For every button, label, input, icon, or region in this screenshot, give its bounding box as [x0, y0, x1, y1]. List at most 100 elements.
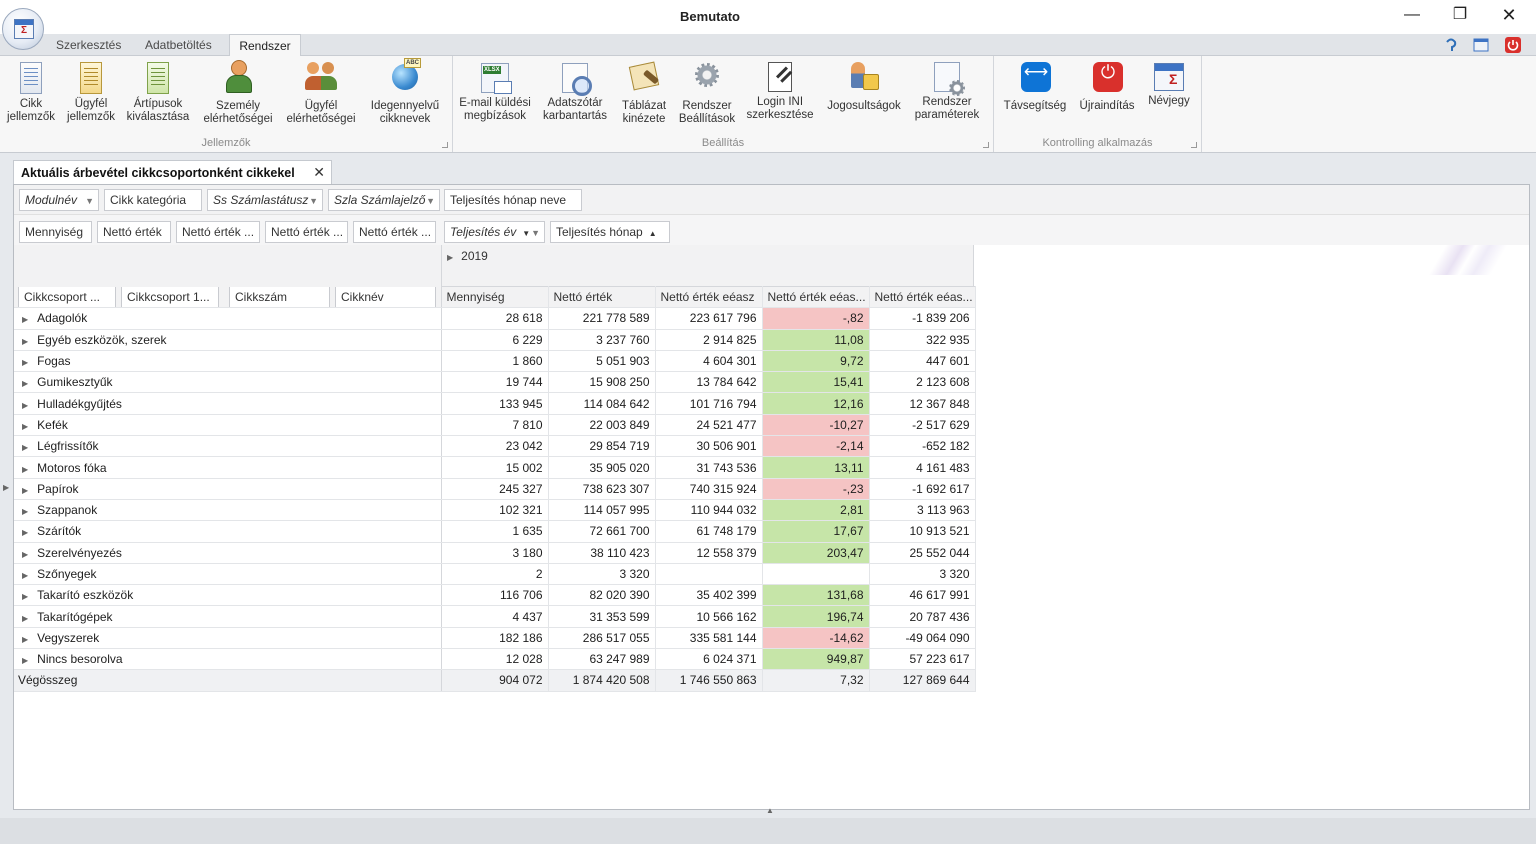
- table-cell[interactable]: 196,74: [762, 605, 870, 628]
- row-label[interactable]: ▶ Adagolók: [14, 307, 442, 330]
- data-field-netto-ertek-2[interactable]: Nettó érték ...: [176, 221, 260, 243]
- table-cell[interactable]: 12 367 848: [869, 392, 976, 415]
- table-cell[interactable]: 10 566 162: [655, 605, 763, 628]
- table-cell[interactable]: 35 905 020: [548, 456, 656, 479]
- table-cell[interactable]: -652 182: [869, 435, 976, 458]
- table-cell[interactable]: 223 617 796: [655, 307, 763, 330]
- table-cell[interactable]: 7 810: [441, 414, 549, 437]
- table-cell[interactable]: 23 042: [441, 435, 549, 458]
- table-cell[interactable]: 114 057 995: [548, 499, 656, 522]
- data-field-netto-ertek-4[interactable]: Nettó érték ...: [353, 221, 436, 243]
- filter-icon[interactable]: ▼: [85, 191, 94, 210]
- table-cell[interactable]: 949,87: [762, 648, 870, 671]
- column-header-mennyiseg[interactable]: Mennyiség: [441, 285, 549, 309]
- table-cell[interactable]: 110 944 032: [655, 499, 763, 522]
- table-cell[interactable]: 28 618: [441, 307, 549, 330]
- idegennyelvu-cikknevek-button[interactable]: Idegennyelvű cikknevek: [364, 58, 446, 126]
- table-cell[interactable]: 3 320: [869, 563, 976, 586]
- row-label[interactable]: ▶ Szőnyegek: [14, 563, 442, 586]
- row-label[interactable]: ▶ Szárítók: [14, 520, 442, 543]
- row-label[interactable]: ▶ Takarítógépek: [14, 605, 442, 628]
- filter-field-cikk-kategoria[interactable]: Cikk kategória: [104, 189, 202, 211]
- restore-button[interactable]: ❐: [1445, 4, 1475, 28]
- total-cell[interactable]: 7,32: [762, 669, 870, 692]
- table-cell[interactable]: 31 743 536: [655, 456, 763, 479]
- table-cell[interactable]: 2: [441, 563, 549, 586]
- expand-icon[interactable]: ▶: [22, 550, 28, 559]
- table-cell[interactable]: 286 517 055: [548, 627, 656, 650]
- data-field-netto-ertek-3[interactable]: Nettó érték ...: [265, 221, 348, 243]
- table-cell[interactable]: 182 186: [441, 627, 549, 650]
- table-cell[interactable]: 19 744: [441, 371, 549, 394]
- expand-icon[interactable]: ▶: [447, 253, 453, 262]
- expand-icon[interactable]: ▶: [22, 614, 28, 623]
- filter-icon[interactable]: ▼: [426, 191, 435, 210]
- total-cell[interactable]: 1 874 420 508: [548, 669, 656, 692]
- table-cell[interactable]: 6 229: [441, 329, 549, 351]
- table-cell[interactable]: 131,68: [762, 584, 870, 607]
- column-field-teljesites-ev[interactable]: Teljesítés év ▼ ▼: [444, 221, 545, 243]
- table-cell[interactable]: 3 180: [441, 542, 549, 564]
- expand-icon[interactable]: ▶: [22, 486, 28, 495]
- app-icon[interactable]: [2, 8, 44, 50]
- table-cell[interactable]: -14,62: [762, 627, 870, 650]
- filter-field-teljesites-honap-neve[interactable]: Teljesítés hónap neve: [444, 189, 582, 211]
- row-field-cikknev[interactable]: Cikknév: [335, 286, 436, 307]
- data-field-netto-ertek[interactable]: Nettó érték: [97, 221, 171, 243]
- table-cell[interactable]: [655, 563, 763, 586]
- tab-adatbetoltes[interactable]: Adatbetöltés: [137, 34, 220, 56]
- login-ini-szerkesztese-button[interactable]: Login INI szerkesztése: [743, 58, 817, 122]
- table-cell[interactable]: 221 778 589: [548, 307, 656, 330]
- year-header[interactable]: ▶ 2019: [447, 249, 488, 263]
- ujrainditas-button[interactable]: Újraindítás: [1074, 58, 1140, 113]
- column-header-netto-ertek-eeasz[interactable]: Nettó érték eéasz: [655, 285, 763, 309]
- group-launcher-icon[interactable]: [1191, 142, 1197, 148]
- table-cell[interactable]: 13 784 642: [655, 371, 763, 394]
- column-header-netto-ertek-eeas-diff[interactable]: Nettó érték eéas...: [869, 285, 976, 309]
- total-cell[interactable]: 1 746 550 863: [655, 669, 763, 692]
- table-cell[interactable]: -10,27: [762, 414, 870, 437]
- cikk-jellemzok-button[interactable]: Cikk jellemzők: [4, 58, 58, 124]
- table-cell[interactable]: 101 716 794: [655, 392, 763, 415]
- expand-icon[interactable]: ▶: [22, 592, 28, 601]
- expand-icon[interactable]: ▶: [22, 571, 28, 580]
- group-launcher-icon[interactable]: [983, 142, 989, 148]
- table-cell[interactable]: 10 913 521: [869, 520, 976, 543]
- filter-icon[interactable]: ▼: [531, 223, 540, 242]
- table-cell[interactable]: 15 002: [441, 456, 549, 479]
- table-cell[interactable]: 12,16: [762, 392, 870, 415]
- table-cell[interactable]: 102 321: [441, 499, 549, 522]
- filter-icon[interactable]: ▼: [309, 191, 318, 210]
- expand-icon[interactable]: ▶: [22, 358, 28, 367]
- row-label[interactable]: ▶ Motoros fóka: [14, 456, 442, 479]
- filter-field-modulnev[interactable]: Modulnév ▼: [19, 189, 99, 211]
- close-button[interactable]: ✕: [1494, 4, 1524, 28]
- row-label[interactable]: ▶ Fogas: [14, 350, 442, 373]
- row-field-cikkcsoport[interactable]: Cikkcsoport ...: [18, 286, 116, 307]
- filter-field-szamlajelzo[interactable]: Szla Számlajelző ▼: [328, 189, 440, 211]
- table-cell[interactable]: 114 084 642: [548, 392, 656, 415]
- column-header-netto-ertek-eeas-pct[interactable]: Nettó érték eéas...: [762, 285, 870, 309]
- table-cell[interactable]: 6 024 371: [655, 648, 763, 671]
- tab-szerkesztes[interactable]: Szerkesztés: [48, 34, 129, 56]
- expand-icon[interactable]: ▶: [22, 315, 28, 324]
- table-cell[interactable]: 15 908 250: [548, 371, 656, 394]
- table-cell[interactable]: -,82: [762, 307, 870, 330]
- panel-expand-icon[interactable]: ▶: [3, 483, 9, 492]
- expand-icon[interactable]: ▶: [22, 656, 28, 665]
- row-field-cikkcsoport-1[interactable]: Cikkcsoport 1...: [121, 286, 219, 307]
- table-cell[interactable]: 116 706: [441, 584, 549, 607]
- rendszer-parameterek-button[interactable]: Rendszer paraméterek: [909, 58, 985, 122]
- table-cell[interactable]: 4 161 483: [869, 456, 976, 479]
- table-cell[interactable]: 13,11: [762, 456, 870, 479]
- table-cell[interactable]: 17,67: [762, 520, 870, 543]
- table-cell[interactable]: 38 110 423: [548, 542, 656, 564]
- row-label[interactable]: ▶ Légfrissítők: [14, 435, 442, 458]
- table-cell[interactable]: -1 839 206: [869, 307, 976, 330]
- table-cell[interactable]: 3 320: [548, 563, 656, 586]
- close-icon[interactable]: ✕: [313, 164, 325, 181]
- expand-icon[interactable]: ▶: [22, 379, 28, 388]
- splitter-icon[interactable]: ▲: [766, 806, 774, 815]
- table-cell[interactable]: 35 402 399: [655, 584, 763, 607]
- row-label[interactable]: ▶ Vegyszerek: [14, 627, 442, 650]
